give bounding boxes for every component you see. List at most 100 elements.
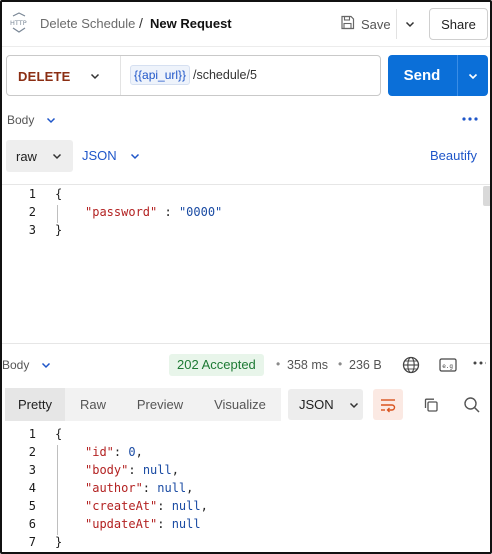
- postman-request-window: HTTP Delete Schedule / New Request Save …: [0, 0, 492, 554]
- code-line: "author": null,: [85, 481, 193, 495]
- more-options-icon[interactable]: [472, 355, 489, 374]
- json-colon: :: [113, 445, 129, 459]
- svg-text:e.g: e.g: [442, 363, 453, 370]
- save-options-button[interactable]: [396, 9, 422, 39]
- json-key: "updateAt": [85, 517, 158, 531]
- chevron-down-icon: [405, 21, 414, 28]
- pane-divider[interactable]: [2, 343, 490, 344]
- beautify-button[interactable]: Beautify: [430, 148, 477, 163]
- save-example-icon[interactable]: e.g: [438, 356, 458, 374]
- code-brace-open: {: [55, 427, 63, 441]
- chevron-down-icon: [349, 402, 358, 408]
- globe-icon[interactable]: [401, 355, 421, 375]
- json-comma: ,: [200, 499, 208, 513]
- json-key: "author": [85, 481, 143, 495]
- body-mode-label: raw: [16, 148, 37, 164]
- save-icon: [340, 15, 355, 33]
- json-comma: ,: [135, 445, 143, 459]
- code-line: "body": null,: [85, 463, 179, 477]
- response-format-label: JSON: [299, 397, 334, 412]
- search-icon[interactable]: [463, 396, 481, 414]
- code-line: "password" : "0000": [85, 205, 222, 219]
- header-divider: [2, 46, 490, 47]
- indent-guide: [57, 205, 58, 223]
- tab-preview[interactable]: Preview: [121, 388, 199, 421]
- json-colon: :: [157, 499, 172, 513]
- code-brace-close: }: [55, 535, 63, 549]
- json-colon: :: [157, 517, 172, 531]
- json-key: "password": [85, 205, 158, 219]
- json-key: "body": [85, 463, 129, 477]
- json-value: null: [171, 517, 201, 531]
- code-line: "id": 0,: [85, 445, 143, 459]
- code-line: "updateAt": null: [85, 517, 201, 531]
- url-divider: [120, 56, 121, 95]
- response-body-viewer[interactable]: 1 2 3 4 5 6 7 { "id": 0, "body": null, "…: [2, 424, 490, 552]
- body-language-label: JSON: [82, 148, 117, 163]
- json-key: "id": [85, 445, 114, 459]
- breadcrumb-separator: /: [139, 15, 143, 31]
- json-value: null: [171, 499, 201, 513]
- line-number: 6: [28, 517, 36, 531]
- json-value: null: [142, 463, 172, 477]
- editor-scrollbar[interactable]: [483, 186, 490, 206]
- line-number: 2: [28, 205, 36, 219]
- line-number: 5: [28, 499, 36, 513]
- json-colon: :: [142, 481, 158, 495]
- chevron-down-icon[interactable]: [40, 359, 52, 371]
- page-title[interactable]: New Request: [150, 16, 232, 31]
- body-language-select[interactable]: JSON: [82, 148, 141, 163]
- response-format-select[interactable]: JSON: [288, 389, 363, 420]
- chevron-down-icon[interactable]: [45, 114, 57, 126]
- chevron-down-icon: [468, 73, 478, 79]
- send-options-button[interactable]: [458, 55, 488, 96]
- http-icon: HTTP: [9, 12, 29, 34]
- json-value: "0000": [178, 205, 223, 219]
- request-body-tab[interactable]: Body: [7, 113, 34, 127]
- indent-guide: [57, 445, 58, 535]
- save-button[interactable]: Save: [336, 9, 396, 39]
- breadcrumb-parent[interactable]: Delete Schedule: [40, 16, 135, 31]
- send-button[interactable]: Send: [388, 55, 456, 96]
- code-line: "createAt": null,: [85, 499, 208, 513]
- chevron-down-icon: [130, 153, 139, 159]
- response-size[interactable]: 236 B: [349, 358, 382, 372]
- line-number: 2: [28, 445, 36, 459]
- line-number: 4: [28, 481, 36, 495]
- method-select[interactable]: DELETE: [18, 69, 70, 84]
- wrap-lines-icon[interactable]: [373, 389, 403, 420]
- body-mode-select[interactable]: raw: [6, 140, 73, 172]
- code-brace-close: }: [55, 223, 63, 237]
- response-body-tab[interactable]: Body: [2, 358, 29, 372]
- json-colon: :: [128, 463, 143, 477]
- url-input[interactable]: /schedule/5: [193, 68, 257, 82]
- line-number: 3: [28, 463, 36, 477]
- status-badge[interactable]: 202 Accepted: [169, 354, 264, 376]
- more-options-icon[interactable]: [461, 112, 479, 126]
- request-body-editor[interactable]: 1 2 3 { "password" : "0000" }: [2, 185, 482, 342]
- chevron-down-icon[interactable]: [89, 70, 101, 82]
- line-number: 3: [28, 223, 36, 237]
- json-value: 0: [128, 445, 136, 459]
- tab-visualize[interactable]: Visualize: [199, 388, 281, 421]
- save-label: Save: [361, 16, 391, 32]
- tab-raw[interactable]: Raw: [65, 388, 121, 421]
- separator-dot: •: [338, 357, 343, 371]
- svg-text:HTTP: HTTP: [10, 19, 27, 27]
- line-number: 1: [28, 427, 36, 441]
- tab-pretty[interactable]: Pretty: [5, 388, 65, 421]
- response-time[interactable]: 358 ms: [287, 358, 328, 372]
- json-value: null: [157, 481, 187, 495]
- code-brace-open: {: [55, 187, 63, 201]
- json-comma: ,: [186, 481, 194, 495]
- json-key: "createAt": [85, 499, 158, 513]
- separator-dot: •: [276, 357, 281, 371]
- copy-icon[interactable]: [422, 396, 440, 414]
- json-comma: ,: [171, 463, 179, 477]
- chevron-down-icon: [52, 153, 61, 160]
- url-variable[interactable]: {{api_url}}: [130, 65, 191, 85]
- line-number: 7: [28, 535, 36, 549]
- share-button[interactable]: Share: [429, 8, 488, 40]
- line-number: 1: [28, 187, 36, 201]
- json-colon: :: [157, 205, 179, 219]
